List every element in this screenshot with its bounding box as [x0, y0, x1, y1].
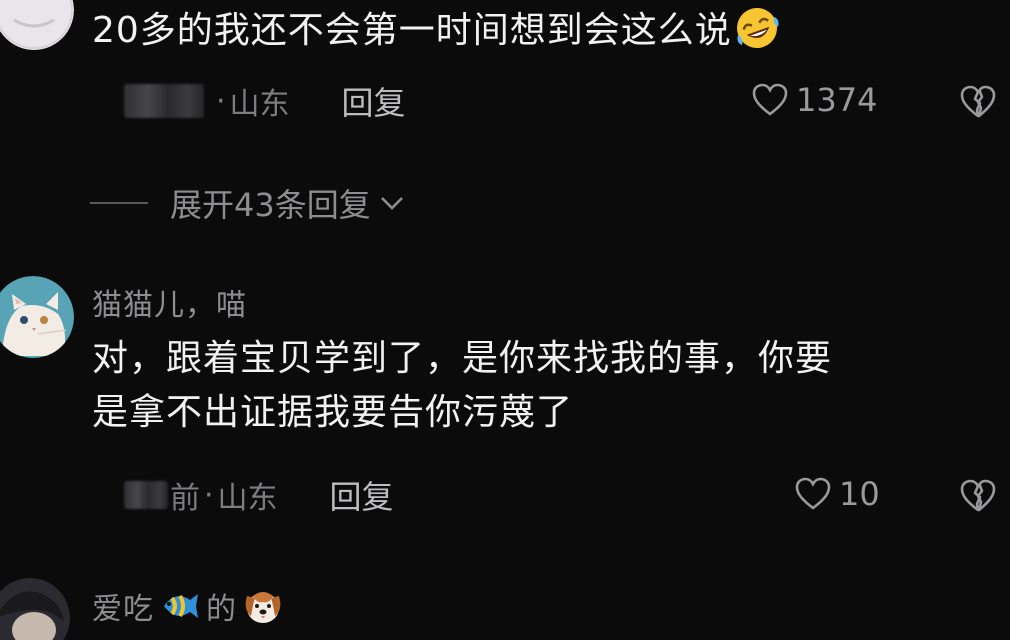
expand-replies-button[interactable]: 展开43条回复	[90, 180, 407, 226]
like-count: 1374	[796, 81, 878, 119]
comment-list: 20多的我还不会第一时间想到会这么说 · 山东 回复 1374 展开43条回复 …	[0, 0, 1010, 640]
location-label: 山东	[229, 87, 290, 122]
commenter-avatar[interactable]	[0, 0, 74, 50]
tropical-fish-emoji	[164, 594, 198, 618]
cat-avatar-image	[0, 276, 74, 358]
comment-meta: 前 · 山东 回复	[124, 472, 394, 518]
like-button[interactable]: 10	[793, 474, 880, 514]
username[interactable]: 猫猫儿，喵	[92, 280, 247, 324]
heart-icon	[795, 477, 831, 510]
broken-heart-icon	[960, 479, 996, 512]
username-part: 爱吃	[92, 592, 154, 627]
rofl-emoji	[736, 8, 779, 48]
expand-replies-label: 展开43条回复	[170, 186, 371, 224]
divider-line	[90, 202, 148, 204]
commenter-avatar[interactable]	[0, 578, 70, 640]
meta-separator: ·	[204, 477, 214, 513]
dislike-button[interactable]	[958, 476, 998, 516]
username-part: 的	[206, 592, 237, 627]
dislike-button[interactable]	[958, 82, 998, 122]
reply-button[interactable]: 回复	[342, 78, 406, 124]
avatar-image	[0, 0, 74, 50]
comment-text: 对，跟着宝贝学到了，是你来找我的事，你要 是拿不出证据我要告你污蔑了	[92, 332, 832, 440]
comment-body: 20多的我还不会第一时间想到会这么说	[92, 10, 732, 51]
username[interactable]: 爱吃 的	[92, 584, 285, 628]
comment-line: 对，跟着宝贝学到了，是你来找我的事，你要	[92, 338, 833, 379]
dog-face-emoji	[245, 592, 281, 623]
location-label: 山东	[217, 481, 278, 516]
commenter-avatar[interactable]	[0, 276, 74, 358]
comment-meta: · 山东 回复	[124, 78, 406, 124]
heart-icon	[752, 83, 788, 116]
chevron-down-icon	[380, 197, 403, 210]
comment-line: 是拿不出证据我要告你污蔑了	[92, 392, 574, 433]
broken-heart-icon	[960, 85, 996, 118]
blurred-time	[124, 84, 204, 118]
like-count: 10	[839, 475, 880, 513]
like-button[interactable]: 1374	[750, 80, 877, 120]
comment-text: 20多的我还不会第一时间想到会这么说	[92, 4, 780, 58]
blurred-time	[124, 481, 168, 509]
avatar-image	[0, 578, 70, 640]
meta-separator: ·	[216, 83, 226, 119]
time-suffix: 前	[170, 481, 200, 516]
reply-button[interactable]: 回复	[330, 472, 394, 518]
